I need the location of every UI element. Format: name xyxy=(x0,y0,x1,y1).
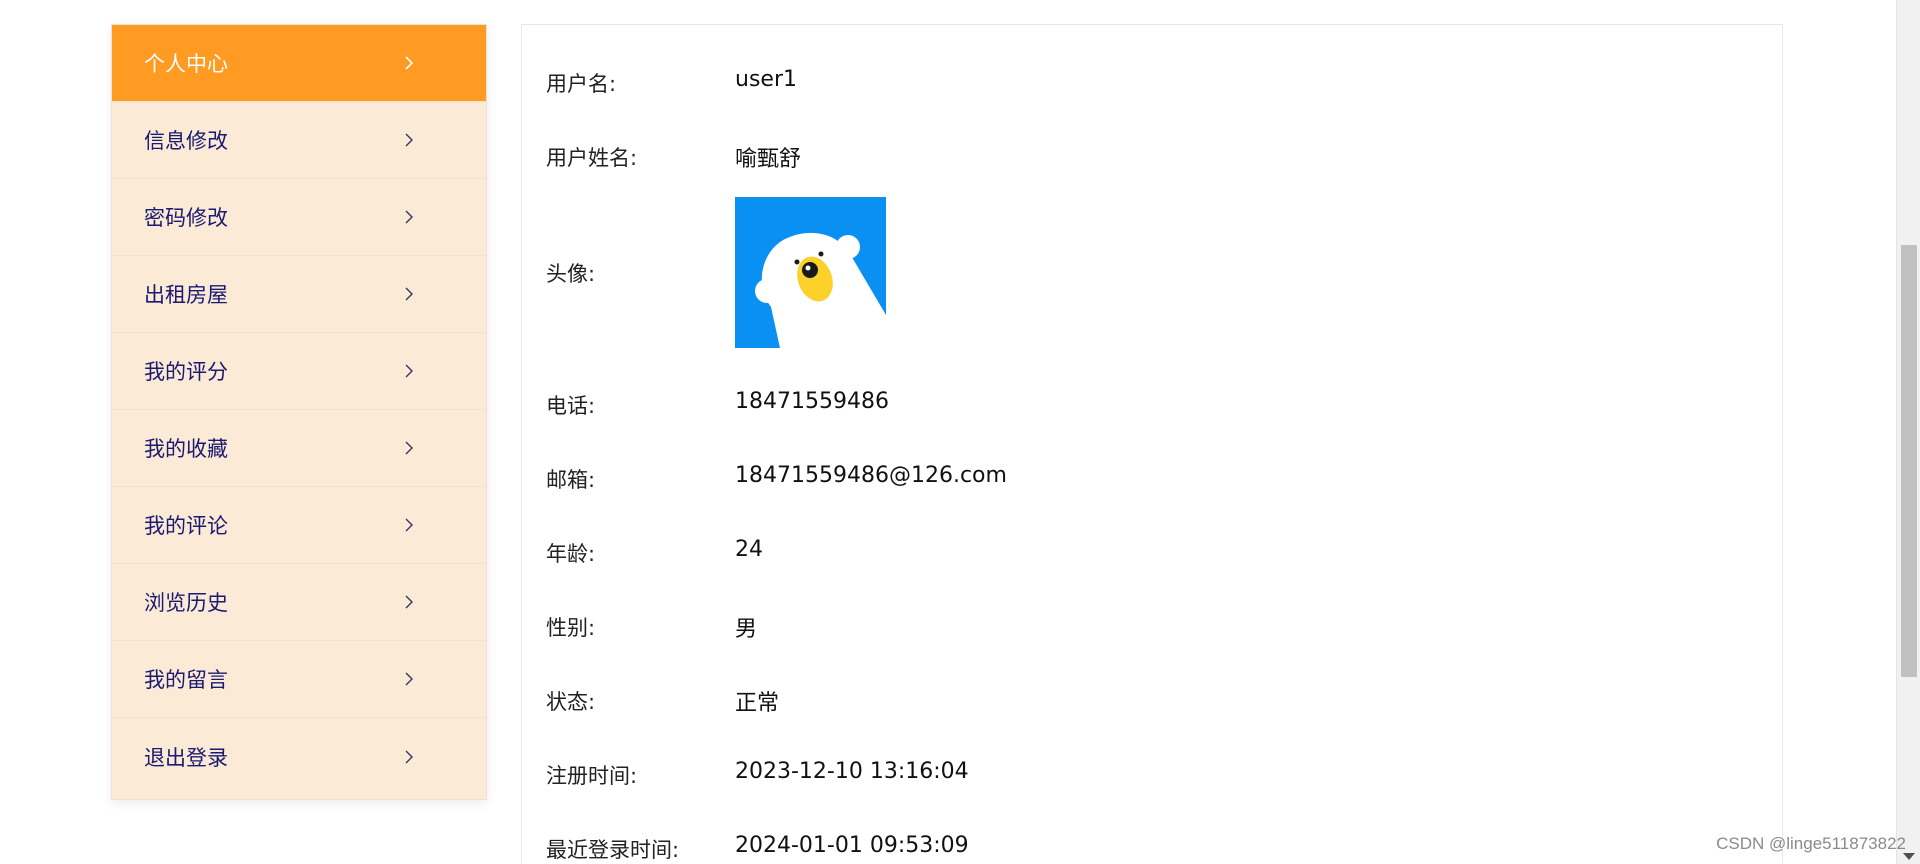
last-login-value: 2024-01-01 09:53:09 xyxy=(735,833,969,858)
sidebar-item-label: 我的收藏 xyxy=(144,437,228,461)
chevron-right-icon xyxy=(405,518,413,532)
chevron-right-icon xyxy=(405,364,413,378)
username-value: user1 xyxy=(735,67,797,92)
sidebar-item-change-password[interactable]: 密码修改 xyxy=(112,179,486,256)
sidebar-item-my-messages[interactable]: 我的留言 xyxy=(112,641,486,718)
sidebar-item-my-comments[interactable]: 我的评论 xyxy=(112,487,486,564)
sidebar-item-my-ratings[interactable]: 我的评分 xyxy=(112,333,486,410)
age-value: 24 xyxy=(735,537,763,562)
chevron-right-icon xyxy=(405,750,413,763)
sidebar-item-label: 退出登录 xyxy=(144,745,228,770)
chevron-right-icon xyxy=(405,672,413,686)
last-login-label: 最近登录时间: xyxy=(546,838,680,862)
sidebar-item-logout[interactable]: 退出登录 xyxy=(112,718,486,795)
profile-panel: 用户名: user1 用户姓名: 喻甄舒 头像: 电话: 18471559486… xyxy=(521,24,1783,864)
email-value: 18471559486@126.com xyxy=(735,463,1007,488)
sidebar-item-rental-houses[interactable]: 出租房屋 xyxy=(112,256,486,333)
chevron-right-icon xyxy=(405,441,413,455)
chevron-right-icon xyxy=(405,133,413,147)
username-label: 用户名: xyxy=(546,72,617,96)
chevron-right-icon xyxy=(405,210,413,224)
sidebar-item-label: 浏览历史 xyxy=(144,591,228,615)
sidebar-item-label: 密码修改 xyxy=(144,206,228,230)
status-value: 正常 xyxy=(735,691,780,716)
status-label: 状态: xyxy=(546,690,596,714)
sidebar-item-my-favorites[interactable]: 我的收藏 xyxy=(112,410,486,487)
phone-value: 18471559486 xyxy=(735,389,889,414)
polar-bear-avatar-icon xyxy=(735,197,886,348)
age-label: 年龄: xyxy=(546,542,596,566)
avatar-label: 头像: xyxy=(546,262,596,286)
gender-label: 性别: xyxy=(546,616,596,640)
sidebar-item-label: 我的留言 xyxy=(144,668,228,692)
sidebar-item-label: 我的评论 xyxy=(144,514,228,538)
sidebar-item-label: 信息修改 xyxy=(144,129,228,153)
phone-label: 电话: xyxy=(546,394,596,418)
email-label: 邮箱: xyxy=(546,468,596,492)
sidebar-item-personal-center[interactable]: 个人中心 xyxy=(112,25,486,102)
vertical-scrollbar[interactable] xyxy=(1896,0,1920,864)
sidebar-item-label: 个人中心 xyxy=(144,52,228,76)
chevron-right-icon xyxy=(405,595,413,609)
scrollbar-thumb[interactable] xyxy=(1901,245,1917,677)
sidebar-item-browse-history[interactable]: 浏览历史 xyxy=(112,564,486,641)
sidebar-item-label: 我的评分 xyxy=(144,360,228,384)
realname-value: 喻甄舒 xyxy=(735,147,802,172)
sidebar-nav: 个人中心 信息修改 密码修改 出租房屋 我的评分 我的收藏 我的评论 浏览历史 xyxy=(111,24,487,800)
gender-value: 男 xyxy=(735,617,758,642)
realname-label: 用户姓名: xyxy=(546,146,638,170)
watermark: CSDN @linge511873822 xyxy=(1716,834,1906,853)
avatar xyxy=(735,197,886,348)
sidebar-item-edit-info[interactable]: 信息修改 xyxy=(112,102,486,179)
chevron-right-icon xyxy=(405,56,414,70)
chevron-right-icon xyxy=(405,287,413,301)
scroll-down-arrow-icon[interactable] xyxy=(1903,853,1915,860)
register-time-label: 注册时间: xyxy=(546,764,638,788)
register-time-value: 2023-12-10 13:16:04 xyxy=(735,759,969,784)
sidebar-item-label: 出租房屋 xyxy=(144,283,228,307)
page: 个人中心 信息修改 密码修改 出租房屋 我的评分 我的收藏 我的评论 浏览历史 xyxy=(0,0,1920,864)
